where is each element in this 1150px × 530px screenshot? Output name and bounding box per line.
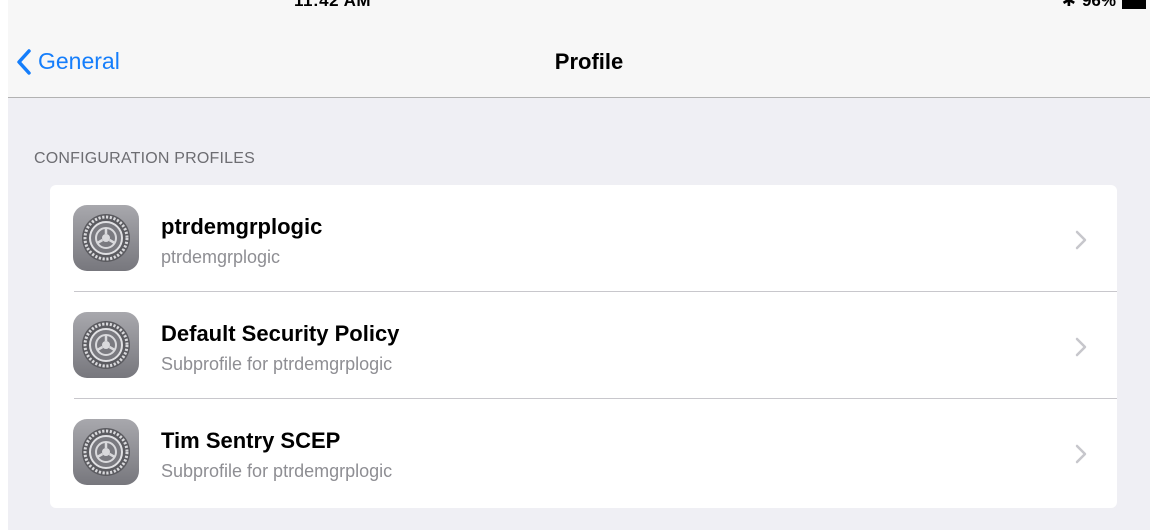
navigation-bar: General Profile [8,14,1150,98]
chevron-right-icon [1075,230,1087,255]
profile-subtitle: Subprofile for ptrdemgrplogic [161,461,393,481]
settings-gear-icon [73,419,139,485]
screen: 11:42 AM ✱ 96% General Profile CONFIGURA… [8,0,1150,530]
settings-gear-icon [73,312,139,378]
settings-gear-icon [73,205,139,271]
profile-title: Tim Sentry SCEP [161,428,341,453]
battery-icon [1122,0,1146,9]
profile-title: Default Security Policy [161,321,400,346]
profile-row[interactable]: Tim Sentry SCEP Subprofile for ptrdemgrp… [50,399,1117,506]
status-bar: 11:42 AM ✱ 96% [8,0,1150,14]
profile-row[interactable]: Default Security Policy Subprofile for p… [50,292,1117,399]
profiles-list: ptrdemgrplogic ptrdemgrplogic Default Se… [50,185,1117,508]
chevron-right-icon [1075,444,1087,469]
page-title: Profile [554,49,624,74]
status-right: ✱ 96% [1062,0,1146,11]
profile-row[interactable]: ptrdemgrplogic ptrdemgrplogic [50,185,1117,292]
profile-subtitle: Subprofile for ptrdemgrplogic [161,354,393,374]
bluetooth-icon: ✱ [1061,0,1076,10]
status-time: 11:42 AM [294,0,372,10]
profile-subtitle: ptrdemgrplogic [161,247,281,267]
chevron-right-icon [1075,337,1087,362]
profile-title: ptrdemgrplogic [161,214,323,239]
section-header: CONFIGURATION PROFILES [34,150,256,167]
battery-percent: 96% [1081,0,1116,10]
